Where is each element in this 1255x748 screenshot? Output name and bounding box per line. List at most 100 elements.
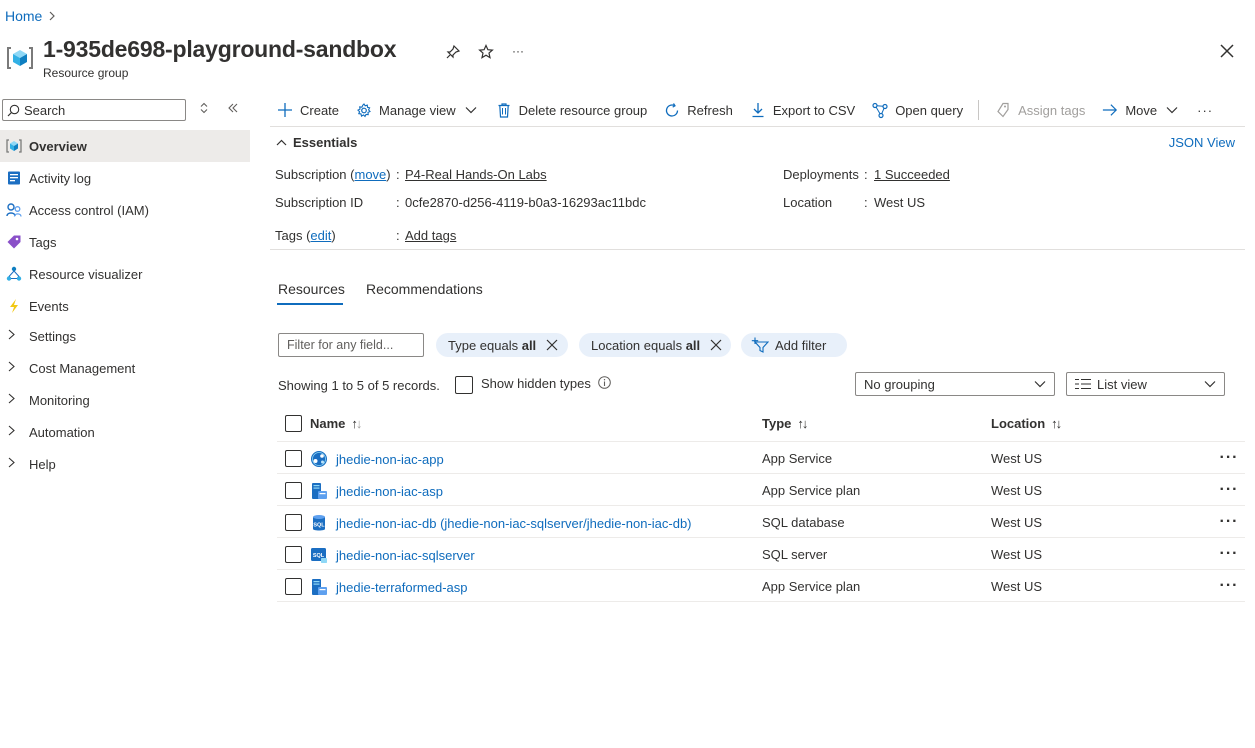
row-checkbox[interactable] xyxy=(285,578,302,595)
title-more-button[interactable]: ··· xyxy=(509,42,527,60)
sort-toggle-button[interactable] xyxy=(197,102,211,116)
sidebar-item-help[interactable]: Help xyxy=(0,448,250,480)
resource-name-link[interactable]: jhedie-terraformed-asp xyxy=(336,580,468,595)
star-icon xyxy=(478,43,494,63)
favorite-button[interactable] xyxy=(477,43,495,63)
resource-name-link[interactable]: jhedie-non-iac-asp xyxy=(336,484,443,499)
export-csv-button[interactable]: Export to CSV xyxy=(750,102,855,118)
svg-text:SQL: SQL xyxy=(313,523,325,529)
iam-icon xyxy=(6,202,22,218)
sidebar-item-label: Resource visualizer xyxy=(29,266,143,282)
sidebar-item-overview[interactable]: Overview xyxy=(0,130,250,162)
sidebar-item-monitoring[interactable]: Monitoring xyxy=(0,384,250,416)
resource-location: West US xyxy=(991,579,1043,594)
sidebar-item-label: Overview xyxy=(29,138,87,154)
more-icon: ··· xyxy=(1197,102,1214,118)
resource-location: West US xyxy=(991,483,1043,498)
manage-view-button[interactable]: Manage view xyxy=(356,102,479,118)
json-view-link[interactable]: JSON View xyxy=(1169,135,1235,150)
add-filter-button[interactable]: Add filter xyxy=(741,333,847,357)
subscription-value-link[interactable]: P4-Real Hands-On Labs xyxy=(405,167,547,182)
sidebar-item-label: Help xyxy=(29,456,56,472)
gear-icon xyxy=(356,102,372,118)
row-checkbox[interactable] xyxy=(285,514,302,531)
app-service-plan-icon xyxy=(310,578,328,596)
close-icon[interactable] xyxy=(708,337,724,353)
tab-recommendations[interactable]: Recommendations xyxy=(366,281,483,297)
app-service-plan-icon xyxy=(310,482,328,500)
info-icon[interactable] xyxy=(598,376,611,389)
location-filter-pill[interactable]: Location equals all xyxy=(579,333,731,357)
select-all-checkbox[interactable] xyxy=(285,415,302,432)
tag-icon xyxy=(6,234,22,250)
location-value: West US xyxy=(874,195,926,210)
tags-edit-link[interactable]: edit xyxy=(310,228,331,243)
activity-log-icon xyxy=(6,170,22,186)
refresh-button[interactable]: Refresh xyxy=(664,102,733,118)
resource-name-link[interactable]: jhedie-non-iac-app xyxy=(336,452,444,467)
subscription-id-label: Subscription ID xyxy=(275,195,364,210)
sidebar-search-input[interactable] xyxy=(24,102,174,118)
toolbar-more-button[interactable]: ··· xyxy=(1197,103,1213,118)
breadcrumb-home-link[interactable]: Home xyxy=(5,8,42,24)
up-down-chevron-icon xyxy=(199,102,209,117)
sidebar-item-tags[interactable]: Tags xyxy=(0,226,250,258)
assign-tags-button[interactable]: Assign tags xyxy=(995,102,1085,118)
sidebar-item-activity-log[interactable]: Activity log xyxy=(0,162,250,194)
close-icon[interactable] xyxy=(544,337,560,353)
page-title: 1-935de698-playground-sandbox xyxy=(43,36,397,62)
chevron-down-icon xyxy=(1164,102,1180,118)
row-checkbox[interactable] xyxy=(285,482,302,499)
resource-name-link[interactable]: jhedie-non-iac-sqlserver xyxy=(336,548,475,563)
tab-resources[interactable]: Resources xyxy=(278,281,345,297)
resource-type: App Service xyxy=(762,451,833,466)
add-tags-link[interactable]: Add tags xyxy=(405,228,456,243)
row-checkbox[interactable] xyxy=(285,546,302,563)
resource-location: West US xyxy=(991,451,1043,466)
tag-icon xyxy=(995,102,1011,118)
sidebar-item-label: Access control (IAM) xyxy=(29,202,149,218)
sidebar-item-cost-management[interactable]: Cost Management xyxy=(0,352,250,384)
collapse-sidebar-button[interactable] xyxy=(226,102,240,116)
type-filter-pill[interactable]: Type equals all xyxy=(436,333,568,357)
grouping-dropdown[interactable]: No grouping xyxy=(855,372,1055,396)
deployments-link[interactable]: 1 Succeeded xyxy=(874,167,950,182)
resource-name-link[interactable]: jhedie-non-iac-db (jhedie-non-iac-sqlser… xyxy=(336,516,692,531)
row-checkbox[interactable] xyxy=(285,450,302,467)
sidebar-item-access-control[interactable]: Access control (IAM) xyxy=(0,194,250,226)
essentials-toggle[interactable]: Essentials xyxy=(276,135,357,150)
chevron-right-icon xyxy=(8,361,18,375)
table-divider xyxy=(277,537,1245,538)
pin-button[interactable] xyxy=(444,44,462,62)
row-more-button[interactable]: ··· xyxy=(1219,449,1239,466)
close-button[interactable] xyxy=(1217,41,1237,61)
records-count: Showing 1 to 5 of 5 records. xyxy=(278,378,440,393)
row-more-button[interactable]: ··· xyxy=(1219,481,1239,498)
move-button[interactable]: Move xyxy=(1102,102,1180,118)
sidebar-item-events[interactable]: Events xyxy=(0,290,250,322)
sidebar-search-box[interactable] xyxy=(2,99,186,121)
delete-label: Delete resource group xyxy=(518,102,648,118)
sidebar-item-automation[interactable]: Automation xyxy=(0,416,250,448)
delete-resource-group-button[interactable]: Delete resource group xyxy=(496,102,648,118)
pill-value: all xyxy=(521,337,537,353)
toolbar-separator xyxy=(978,100,980,120)
tags-label: Tags (edit) xyxy=(275,228,336,243)
row-more-button[interactable]: ··· xyxy=(1219,577,1239,594)
create-button[interactable]: Create xyxy=(277,102,339,118)
download-icon xyxy=(750,102,766,118)
subscription-move-link[interactable]: move xyxy=(355,167,387,182)
sidebar-item-resource-visualizer[interactable]: Resource visualizer xyxy=(0,258,250,290)
show-hidden-types-checkbox[interactable] xyxy=(455,376,473,394)
view-value: List view xyxy=(1097,376,1147,392)
sidebar-item-settings[interactable]: Settings xyxy=(0,320,250,352)
pill-label: Location equals xyxy=(591,337,686,353)
row-more-button[interactable]: ··· xyxy=(1219,545,1239,562)
row-more-button[interactable]: ··· xyxy=(1219,513,1239,530)
column-header-type[interactable]: Type ↑↓ xyxy=(762,416,808,431)
open-query-button[interactable]: Open query xyxy=(872,102,963,118)
view-dropdown[interactable]: List view xyxy=(1066,372,1225,396)
column-header-name[interactable]: Name ↑↓ xyxy=(310,416,362,431)
filter-input[interactable] xyxy=(278,333,424,357)
column-header-location[interactable]: Location ↑↓ xyxy=(991,416,1062,431)
